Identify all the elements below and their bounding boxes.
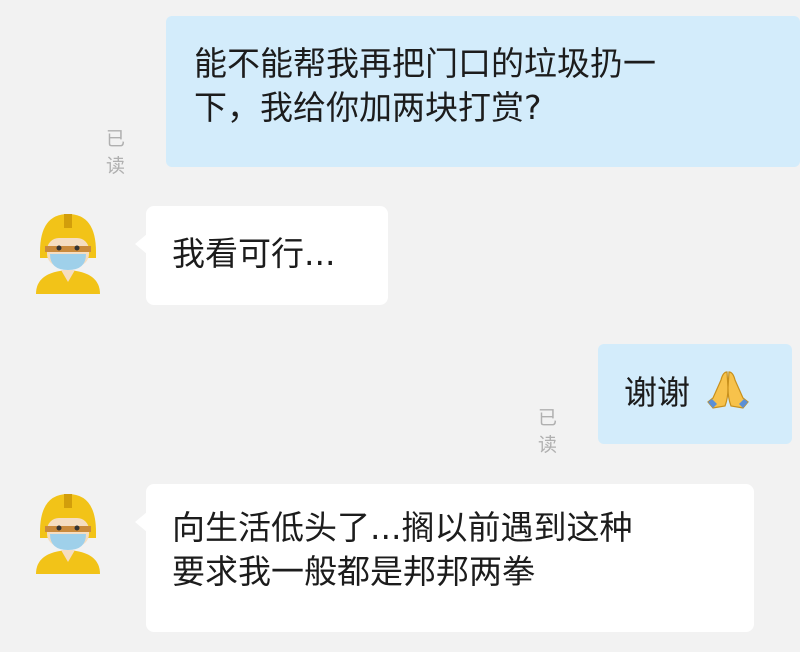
- message-bubble[interactable]: 能不能帮我再把门口的垃圾扔一 下，我给你加两块打赏?: [166, 16, 800, 167]
- message-text-line: 要求我一般都是邦邦两拳: [172, 552, 535, 591]
- message-text-line: 向生活低头了...搁以前遇到这种: [172, 508, 633, 547]
- message-bubble[interactable]: 谢谢: [598, 344, 792, 444]
- message-text-line: 下，我给你加两块打赏?: [194, 88, 542, 127]
- message-text-line: 能不能帮我再把门口的垃圾扔一: [194, 44, 656, 83]
- courier-avatar-icon[interactable]: [28, 488, 108, 574]
- courier-avatar-icon[interactable]: [28, 208, 108, 294]
- read-status: 已读: [538, 407, 558, 456]
- folded-hands-icon: [706, 371, 749, 409]
- message-text-line: 谢谢: [624, 373, 690, 412]
- message-bubble[interactable]: 我看可行...: [135, 206, 388, 305]
- read-status: 已读: [106, 128, 126, 177]
- message-text-line: 我看可行...: [172, 234, 336, 273]
- message-bubble[interactable]: 向生活低头了...搁以前遇到这种 要求我一般都是邦邦两拳: [135, 484, 754, 632]
